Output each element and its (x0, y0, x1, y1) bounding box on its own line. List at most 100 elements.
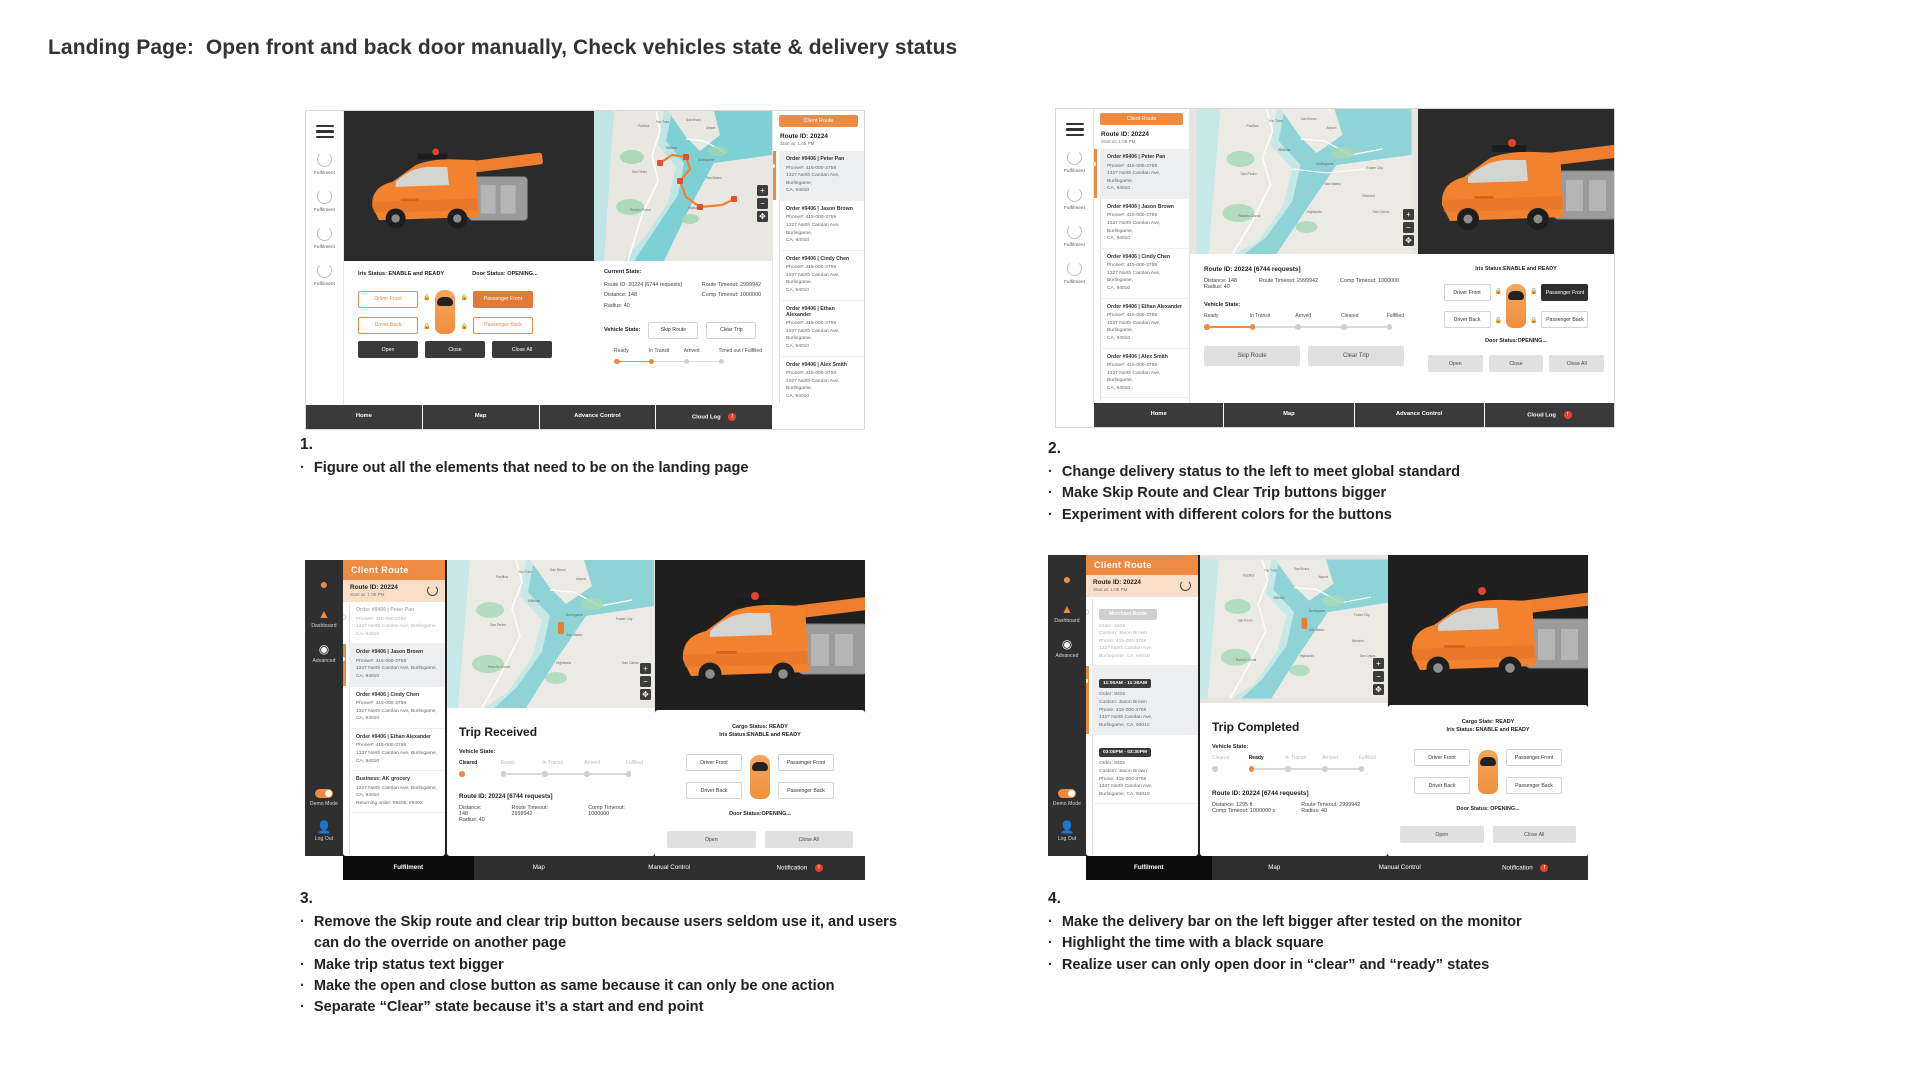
clear-trip-button[interactable]: Clear Trip (1308, 345, 1404, 366)
driver-back-button[interactable]: Driver Back (1414, 777, 1470, 794)
list-item[interactable]: Order #9406 | Cindy Chen Phone#: 415-000… (779, 251, 864, 301)
route-map[interactable]: Pacifica You Tube San Bruno Airport Millbr… (1200, 555, 1388, 703)
sidebar-item-fulfilment[interactable]: Fulfilment (314, 189, 335, 212)
map-zoom-out-button[interactable]: − (640, 676, 651, 687)
sidebar-item-fulfilment[interactable]: Fulfilment (314, 226, 335, 249)
list-item[interactable]: Order #9406 | Ethan Alexander Phone#: 41… (1100, 299, 1189, 349)
nav-tab-cloud-log[interactable]: Cloud Log ! (656, 405, 772, 429)
map-center-button[interactable]: ✥ (1373, 684, 1384, 695)
bottom-navigation[interactable]: Home Map Advance Control Cloud Log ! (306, 405, 772, 429)
passenger-front-button[interactable]: Passenger Front (778, 754, 834, 771)
map-zoom-controls[interactable]: + − ✥ (757, 185, 768, 222)
sidebar-item-fulfilment[interactable]: Fulfilment (314, 152, 335, 175)
route-map[interactable]: Pacifica You Tube San Bruno Airport Millbr… (594, 111, 772, 261)
passenger-front-button[interactable]: Passenger Front (1506, 749, 1562, 766)
order-list[interactable]: Merchant Route Order: 9406 Custom: Jason… (1086, 597, 1198, 856)
sidebar-item-dashboard[interactable]: ▲ Dashboard (311, 608, 336, 629)
passenger-back-button[interactable]: Passenger Back (472, 316, 533, 334)
driver-front-button[interactable]: Driver Front (1414, 749, 1470, 766)
nav-tab-map[interactable]: Map (1212, 856, 1338, 880)
nav-tab-cloud-log[interactable]: Cloud Log ! (1485, 403, 1614, 427)
map-center-button[interactable]: ✥ (640, 689, 651, 700)
map-zoom-in-button[interactable]: + (1403, 209, 1414, 220)
list-item[interactable]: Order #9406 | Alex Smith Phone#: 415-000… (1100, 349, 1189, 399)
clear-trip-button[interactable]: Clear Trip (706, 321, 757, 339)
bottom-navigation[interactable]: Fulfilment Map Manual Control Notificati… (343, 856, 865, 880)
list-item[interactable]: Order #9406 | Jason Brown Phone#: 415-00… (1100, 199, 1189, 249)
map-zoom-controls[interactable]: + − ✥ (1373, 658, 1384, 695)
nav-tab-manual-control[interactable]: Manual Control (604, 856, 735, 880)
bottom-navigation[interactable]: Fulfilment Map Manual Control Notificati… (1086, 856, 1588, 880)
demo-mode-toggle[interactable]: Demo Mode (1053, 789, 1081, 807)
refresh-icon[interactable] (427, 585, 438, 596)
close-all-button[interactable]: Close All (1492, 826, 1576, 843)
close-all-button[interactable]: Close All (764, 831, 853, 848)
order-list[interactable]: Order #9406 | Peter Pan Phone#: 415-000-… (773, 151, 864, 405)
close-button[interactable]: Close (1488, 355, 1544, 372)
map-center-button[interactable]: ✥ (757, 211, 768, 222)
passenger-front-button[interactable]: Passenger Front (472, 290, 533, 308)
list-item[interactable]: Order #9406 | Peter Pan Phone#: 415-000-… (343, 602, 445, 645)
driver-front-button[interactable]: Driver Front (1443, 284, 1491, 301)
nav-tab-advance-control[interactable]: Advance Control (1355, 403, 1485, 427)
list-item[interactable]: Order #9406 | Ethan Alexander Phone#: 41… (779, 301, 864, 357)
nav-tab-map[interactable]: Map (474, 856, 605, 880)
driver-front-button[interactable]: Driver Front (358, 290, 418, 308)
skip-route-button[interactable]: Skip Route (1204, 345, 1300, 366)
map-center-button[interactable]: ✥ (1403, 235, 1414, 246)
passenger-front-button[interactable]: Passenger Front (1541, 284, 1589, 301)
open-button[interactable]: Open (358, 341, 418, 358)
sidebar-item-fulfilment[interactable]: Fulfilment (1064, 187, 1085, 210)
list-item[interactable]: Order #9406 | Alex Smith Phone#: 415-000… (779, 357, 864, 406)
driver-front-button[interactable]: Driver Front (686, 754, 742, 771)
sidebar-item-advanced[interactable]: ◉ Advanced (1055, 638, 1078, 659)
nav-tab-map[interactable]: Map (1224, 403, 1355, 427)
list-item[interactable]: Order #9406 | Jason Brown Phone#: 415-00… (343, 644, 445, 687)
client-route-button[interactable]: Client Route (1100, 113, 1183, 125)
nav-tab-advance-control[interactable]: Advance Control (540, 405, 657, 429)
close-button[interactable]: Close (425, 341, 485, 358)
order-list[interactable]: Order #9406 | Peter Pan Phone#: 415-000-… (343, 602, 445, 856)
client-route-button[interactable]: Client Route (779, 115, 858, 127)
driver-back-button[interactable]: Driver Back (1443, 311, 1491, 328)
nav-tab-notification[interactable]: Notification ! (1463, 856, 1589, 880)
map-zoom-out-button[interactable]: − (757, 198, 768, 209)
list-item[interactable]: Business: AK grocery 1327 North Carolan … (349, 771, 445, 814)
passenger-back-button[interactable]: Passenger Back (1541, 311, 1589, 328)
list-item[interactable]: 03:00PM - 03:30PM Order: 9406 Custom: Ja… (1092, 735, 1198, 805)
route-map[interactable]: Pacifica You Tube San Bruno Airport Millbr… (447, 560, 655, 708)
route-map[interactable]: Pacifica You Tube San Bruno Airport Millbr… (1190, 109, 1418, 254)
open-button[interactable]: Open (1400, 826, 1484, 843)
refresh-icon[interactable] (1180, 580, 1191, 591)
order-list[interactable]: Order #9406 | Peter Pan Phone#: 415-000-… (1094, 149, 1189, 403)
list-item[interactable]: Order #9406 | Jason Brown Phone#: 415-00… (779, 201, 864, 251)
driver-back-button[interactable]: Driver Back (686, 782, 742, 799)
map-zoom-controls[interactable]: + − ✥ (640, 663, 651, 700)
passenger-back-button[interactable]: Passenger Back (1506, 777, 1562, 794)
list-item[interactable]: Order #9406 | Peter Pan Phone#: 415-000-… (1094, 149, 1189, 199)
nav-tab-home[interactable]: Home (1094, 403, 1225, 427)
passenger-back-button[interactable]: Passenger Back (778, 782, 834, 799)
nav-tab-manual-control[interactable]: Manual Control (1337, 856, 1463, 880)
sidebar-item-fulfilment[interactable]: Fulfilment (1064, 261, 1085, 284)
open-button[interactable]: Open (1428, 355, 1483, 372)
driver-back-button[interactable]: Driver Back (358, 316, 418, 334)
sidebar-item-fulfilment[interactable]: Fulfilment (314, 263, 335, 286)
demo-mode-toggle[interactable]: Demo Mode (310, 789, 338, 807)
sidebar-item-logout[interactable]: 👤 Log Out (1058, 821, 1077, 842)
list-item[interactable]: 11:00AM - 11:30AM Order: 9406 Custom: Ja… (1086, 666, 1198, 736)
hamburger-menu-icon[interactable] (1065, 123, 1084, 136)
list-item[interactable]: Merchant Route Order: 9406 Custom: Jason… (1086, 597, 1198, 667)
skip-route-button[interactable]: Skip Route (648, 321, 699, 339)
sidebar-item-logout[interactable]: 👤 Log Out (315, 821, 334, 842)
map-zoom-in-button[interactable]: + (640, 663, 651, 674)
bottom-navigation[interactable]: Home Map Advance Control Cloud Log ! (1094, 403, 1614, 427)
nav-tab-map[interactable]: Map (423, 405, 540, 429)
sidebar-item-fulfilment[interactable]: Fulfilment (1064, 150, 1085, 173)
close-all-button[interactable]: Close All (1549, 355, 1605, 372)
list-item[interactable]: Order #9406 | Ethan Alexander Phone#: 41… (349, 729, 445, 772)
map-zoom-in-button[interactable]: + (757, 185, 768, 196)
list-item[interactable]: Order #9406 | Peter Pan Phone#: 415-000-… (773, 151, 864, 201)
close-all-button[interactable]: Close All (492, 341, 552, 358)
nav-tab-notification[interactable]: Notification ! (735, 856, 866, 880)
